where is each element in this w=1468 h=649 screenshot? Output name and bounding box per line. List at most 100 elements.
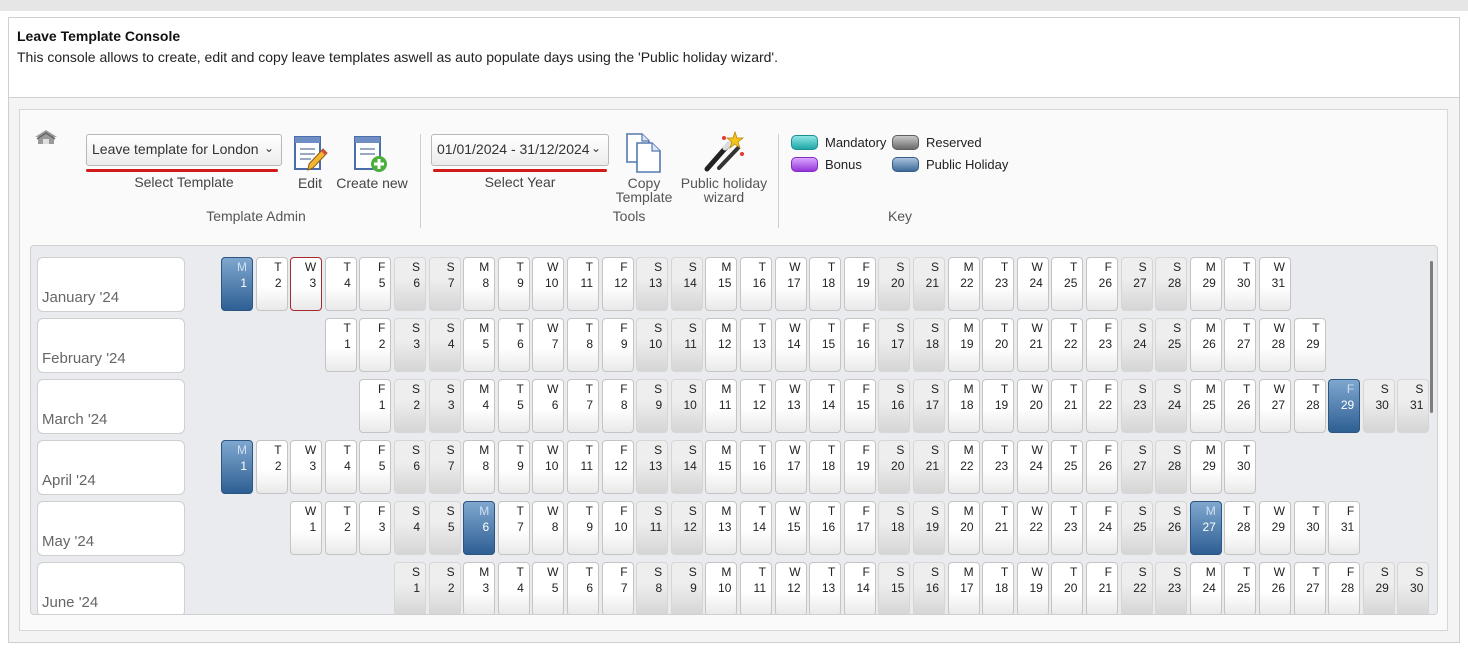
day-cell[interactable]: S 16	[913, 562, 945, 614]
day-cell[interactable]: T 15	[809, 318, 842, 372]
day-cell[interactable]: S 20	[878, 440, 911, 494]
day-cell[interactable]: T 14	[740, 501, 772, 555]
day-cell[interactable]: F 12	[601, 440, 634, 494]
day-cell[interactable]: T9	[497, 440, 530, 494]
copy-template-icon[interactable]	[624, 132, 664, 174]
day-cell[interactable]: T 16	[740, 440, 772, 494]
day-cell[interactable]: T 26	[1224, 379, 1257, 433]
day-cell[interactable]: M 10	[705, 562, 738, 614]
day-cell[interactable]: S 17	[878, 318, 911, 372]
day-cell[interactable]: F 17	[843, 501, 876, 555]
magic-wand-icon[interactable]	[702, 130, 746, 174]
day-cell[interactable]: W 15	[774, 501, 807, 555]
day-cell[interactable]: W 12	[774, 562, 807, 614]
day-cell[interactable]: T 30	[1293, 501, 1326, 555]
day-cell[interactable]: T 28	[1293, 379, 1326, 433]
day-cell[interactable]: W5	[532, 562, 565, 614]
day-cell[interactable]: T 27	[1293, 562, 1326, 614]
day-cell[interactable]: S7	[428, 257, 461, 311]
day-cell[interactable]: W 21	[1016, 318, 1049, 372]
day-cell[interactable]: F2	[359, 318, 392, 372]
day-cell[interactable]: F 31	[1328, 501, 1361, 555]
day-cell[interactable]: S 24	[1120, 318, 1153, 372]
day-cell[interactable]: M1	[221, 257, 253, 311]
year-select[interactable]: 01/01/2024 - 31/12/2024 ⌄	[431, 134, 609, 166]
day-cell[interactable]: T 18	[809, 257, 842, 311]
day-cell[interactable]: T 27	[1224, 318, 1257, 372]
day-cell[interactable]: S2	[394, 379, 426, 433]
day-cell[interactable]: S 10	[636, 318, 669, 372]
day-cell[interactable]: S 25	[1120, 501, 1153, 555]
day-cell[interactable]: T9	[567, 501, 599, 555]
create-new-label[interactable]: Create new	[334, 175, 410, 191]
day-cell[interactable]: S9	[636, 379, 669, 433]
day-cell[interactable]: W8	[532, 501, 565, 555]
day-cell[interactable]: S8	[636, 562, 669, 614]
day-cell[interactable]: S 13	[636, 440, 669, 494]
day-cell[interactable]: F 22	[1086, 379, 1118, 433]
day-cell[interactable]: S 12	[670, 501, 703, 555]
day-cell[interactable]: T 23	[982, 440, 1015, 494]
day-cell[interactable]: M 24	[1189, 562, 1222, 614]
day-cell[interactable]: F 10	[601, 501, 634, 555]
day-cell[interactable]: S 29	[1362, 562, 1395, 614]
day-cell[interactable]: M 18	[947, 379, 980, 433]
day-cell[interactable]: W 10	[532, 440, 565, 494]
day-cell[interactable]: T2	[255, 440, 288, 494]
day-cell[interactable]: W7	[532, 318, 565, 372]
day-cell[interactable]: T1	[324, 318, 357, 372]
day-cell[interactable]: W 10	[532, 257, 565, 311]
edit-label[interactable]: Edit	[290, 175, 330, 191]
day-cell[interactable]: T 11	[567, 257, 599, 311]
day-cell[interactable]: F5	[359, 440, 392, 494]
day-cell[interactable]: T 21	[1051, 379, 1084, 433]
day-cell[interactable]: T 25	[1051, 440, 1084, 494]
day-cell[interactable]: S 19	[913, 501, 945, 555]
day-cell[interactable]: T 30	[1224, 440, 1257, 494]
day-cell[interactable]: M4	[463, 379, 496, 433]
day-cell[interactable]: M 12	[705, 318, 738, 372]
day-cell[interactable]: T 14	[809, 379, 842, 433]
day-cell[interactable]: T 16	[809, 501, 842, 555]
day-cell[interactable]: M 26	[1189, 318, 1222, 372]
day-cell[interactable]: F 28	[1328, 562, 1361, 614]
create-new-icon[interactable]	[353, 135, 389, 173]
day-cell[interactable]: M6	[463, 501, 496, 555]
day-cell[interactable]: S 10	[670, 379, 703, 433]
day-cell[interactable]: S 14	[670, 440, 703, 494]
day-cell[interactable]: S 25	[1155, 318, 1188, 372]
day-cell[interactable]: M 13	[705, 501, 738, 555]
home-icon[interactable]	[33, 127, 59, 149]
day-cell[interactable]: M 27	[1189, 501, 1222, 555]
day-cell[interactable]: T 22	[1051, 318, 1084, 372]
day-cell[interactable]: M 29	[1189, 257, 1222, 311]
day-cell[interactable]: S 26	[1155, 501, 1188, 555]
day-cell[interactable]: T7	[567, 379, 599, 433]
day-cell[interactable]: S 18	[913, 318, 945, 372]
day-cell[interactable]: T 30	[1224, 257, 1257, 311]
day-cell[interactable]: S 28	[1155, 257, 1188, 311]
day-cell[interactable]: T 25	[1224, 562, 1257, 614]
day-cell[interactable]: F 16	[843, 318, 876, 372]
day-cell[interactable]: F 26	[1086, 440, 1118, 494]
day-cell[interactable]: F 19	[843, 440, 876, 494]
day-cell[interactable]: T 23	[982, 257, 1015, 311]
day-cell[interactable]: F 12	[601, 257, 634, 311]
day-cell[interactable]: S2	[428, 562, 461, 614]
day-cell[interactable]: M 15	[705, 257, 738, 311]
day-cell[interactable]: M 22	[947, 440, 980, 494]
day-cell[interactable]: S4	[394, 501, 426, 555]
day-cell[interactable]: T 18	[809, 440, 842, 494]
day-cell[interactable]: M5	[463, 318, 496, 372]
day-cell[interactable]: T7	[497, 501, 530, 555]
day-cell[interactable]: F 14	[843, 562, 876, 614]
template-select[interactable]: Leave template for London ⌄	[86, 134, 282, 166]
day-cell[interactable]: S 30	[1362, 379, 1395, 433]
day-cell[interactable]: T 29	[1293, 318, 1326, 372]
day-cell[interactable]: T4	[324, 257, 357, 311]
day-cell[interactable]: W 29	[1259, 501, 1291, 555]
day-cell[interactable]: W 24	[1016, 257, 1049, 311]
day-cell[interactable]: W1	[290, 501, 323, 555]
day-cell[interactable]: T6	[567, 562, 599, 614]
day-cell[interactable]: S 11	[670, 318, 703, 372]
